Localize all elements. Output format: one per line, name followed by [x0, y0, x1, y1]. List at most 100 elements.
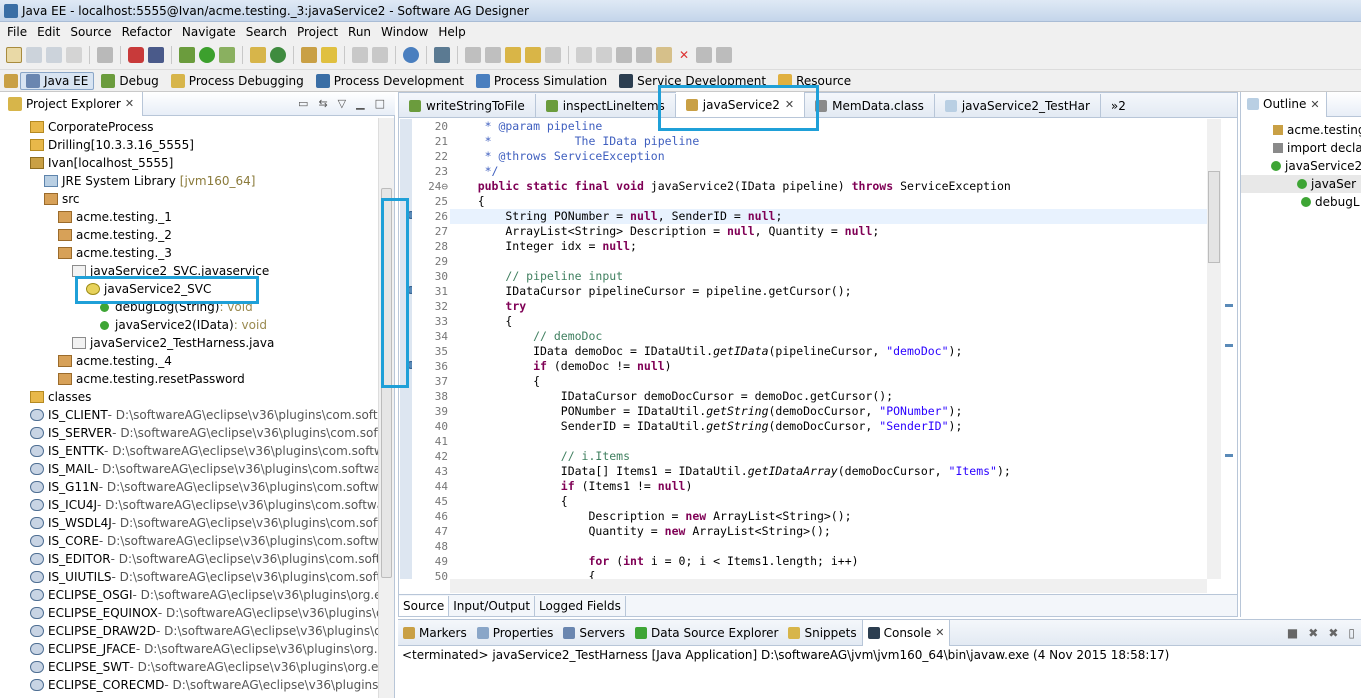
- code-line[interactable]: PONumber = IDataUtil.getString(demoDocCu…: [450, 404, 1207, 419]
- code-line[interactable]: * @throws ServiceException: [450, 149, 1207, 164]
- editor-scrollbar[interactable]: [1207, 119, 1221, 579]
- overview-marker[interactable]: [1225, 344, 1233, 347]
- perspective-process-debugging[interactable]: Process Debugging: [166, 72, 309, 90]
- tree-item[interactable]: javaService2_TestHarness.java: [0, 334, 378, 352]
- new-class-icon[interactable]: [270, 47, 286, 63]
- editor-tab-writestringtofile[interactable]: writeStringToFile: [399, 94, 536, 117]
- run-icon[interactable]: [199, 47, 215, 63]
- delete-icon[interactable]: ✕: [676, 47, 692, 63]
- tab-markers[interactable]: Markers: [398, 620, 472, 646]
- tab-snippets[interactable]: Snippets: [783, 620, 861, 646]
- code-line[interactable]: IDataCursor demoDocCursor = demoDoc.getC…: [450, 389, 1207, 404]
- editor-tab-javaservice2-testhar[interactable]: javaService2_TestHar: [935, 94, 1101, 117]
- tree-item[interactable]: IS_WSDL4J - D:\softwareAG\eclipse\v36\pl…: [0, 514, 378, 532]
- scrollbar-thumb[interactable]: [1208, 171, 1220, 263]
- remove-launch-icon[interactable]: ✖: [1308, 626, 1318, 640]
- minimize-icon[interactable]: ▁: [356, 97, 364, 110]
- code-line[interactable]: SenderID = IDataUtil.getString(demoDocCu…: [450, 419, 1207, 434]
- annotation-icon[interactable]: [352, 47, 368, 63]
- terminate-icon[interactable]: ■: [1287, 626, 1298, 640]
- move-down-icon[interactable]: [716, 47, 732, 63]
- run-external-icon[interactable]: [219, 47, 235, 63]
- close-icon[interactable]: ✕: [125, 97, 134, 110]
- code-line[interactable]: ArrayList<String> Description = null, Qu…: [450, 224, 1207, 239]
- tree-item[interactable]: IS_UIUTILS - D:\softwareAG\eclipse\v36\p…: [0, 568, 378, 586]
- code-line[interactable]: [450, 434, 1207, 449]
- tree-item[interactable]: acme.testing._4: [0, 352, 378, 370]
- close-icon[interactable]: ✕: [1310, 98, 1319, 111]
- menu-item-file[interactable]: File: [2, 25, 32, 39]
- code-line[interactable]: {: [450, 569, 1207, 579]
- globe-icon[interactable]: [403, 47, 419, 63]
- paste-icon[interactable]: [656, 47, 672, 63]
- tab-data-source-explorer[interactable]: Data Source Explorer: [630, 620, 783, 646]
- tab-logged-fields[interactable]: Logged Fields: [535, 595, 626, 616]
- save-all-icon[interactable]: [46, 47, 62, 63]
- code-line[interactable]: String PONumber = null, SenderID = null;: [450, 209, 1207, 224]
- tree-item[interactable]: ECLIPSE_EQUINOX - D:\softwareAG\eclipse\…: [0, 604, 378, 622]
- code-line[interactable]: Quantity = new ArrayList<String>();: [450, 524, 1207, 539]
- open-type-icon[interactable]: [301, 47, 317, 63]
- move-up-icon[interactable]: [696, 47, 712, 63]
- tree-item[interactable]: IS_EDITOR - D:\softwareAG\eclipse\v36\pl…: [0, 550, 378, 568]
- code-line[interactable]: Description = new ArrayList<String>();: [450, 509, 1207, 524]
- undo-icon[interactable]: [576, 47, 592, 63]
- forward-icon[interactable]: [545, 47, 561, 63]
- search-icon[interactable]: [321, 47, 337, 63]
- last-edit-icon[interactable]: [505, 47, 521, 63]
- perspective-process-simulation[interactable]: Process Simulation: [471, 72, 612, 90]
- open-perspective-icon[interactable]: [4, 73, 18, 88]
- tree-item[interactable]: Drilling[10.3.3.16_5555]: [0, 136, 378, 154]
- tree-item[interactable]: IS_SERVER - D:\softwareAG\eclipse\v36\pl…: [0, 424, 378, 442]
- code-line[interactable]: [450, 539, 1207, 554]
- code-line[interactable]: IData[] Items1 = IDataUtil.getIDataArray…: [450, 464, 1207, 479]
- outline-item[interactable]: acme.testing: [1241, 121, 1361, 139]
- tree-item[interactable]: acme.testing._3: [0, 244, 378, 262]
- perspective-debug[interactable]: Debug: [96, 72, 163, 90]
- code-line[interactable]: for (int i = 0; i < Items1.length; i++): [450, 554, 1207, 569]
- tab-properties[interactable]: Properties: [472, 620, 559, 646]
- tree-item[interactable]: ECLIPSE_OSGI - D:\softwareAG\eclipse\v36…: [0, 586, 378, 604]
- outline-item[interactable]: debugL: [1241, 193, 1361, 211]
- menu-item-refactor[interactable]: Refactor: [117, 25, 177, 39]
- tree-item[interactable]: IS_ENTTK - D:\softwareAG\eclipse\v36\plu…: [0, 442, 378, 460]
- new-package-icon[interactable]: [250, 47, 266, 63]
- tree-item[interactable]: JRE System Library [jvm160_64]: [0, 172, 378, 190]
- new-icon[interactable]: [6, 47, 22, 63]
- perspective-java-ee[interactable]: Java EE: [20, 71, 95, 90]
- tree-item[interactable]: IS_CORE - D:\softwareAG\eclipse\v36\plug…: [0, 532, 378, 550]
- overview-marker[interactable]: [1225, 304, 1233, 307]
- remove-all-icon[interactable]: ✖: [1328, 626, 1338, 640]
- tree-item[interactable]: ECLIPSE_SWT - D:\softwareAG\eclipse\v36\…: [0, 658, 378, 676]
- disconnect-icon[interactable]: [128, 47, 144, 63]
- menu-item-edit[interactable]: Edit: [32, 25, 65, 39]
- link-editor-icon[interactable]: ⇆: [318, 97, 327, 110]
- tree-item[interactable]: IS_ICU4J - D:\softwareAG\eclipse\v36\plu…: [0, 496, 378, 514]
- tab-overflow[interactable]: »2: [1101, 94, 1136, 117]
- tree-item[interactable]: ECLIPSE_DRAW2D - D:\softwareAG\eclipse\v…: [0, 622, 378, 640]
- code-line[interactable]: try: [450, 299, 1207, 314]
- menu-item-search[interactable]: Search: [241, 25, 292, 39]
- tab-source[interactable]: Source: [399, 595, 450, 616]
- code-line[interactable]: // i.Items: [450, 449, 1207, 464]
- wrench-icon[interactable]: [434, 47, 450, 63]
- debug-icon[interactable]: [179, 47, 195, 63]
- menu-item-window[interactable]: Window: [376, 25, 433, 39]
- tab-servers[interactable]: Servers: [558, 620, 630, 646]
- code-line[interactable]: // demoDoc: [450, 329, 1207, 344]
- tree-item[interactable]: acme.testing._2: [0, 226, 378, 244]
- copy-icon[interactable]: [636, 47, 652, 63]
- print-icon[interactable]: [66, 47, 82, 63]
- editor-tab-memdata-class[interactable]: MemData.class: [805, 94, 935, 117]
- cut-icon[interactable]: [616, 47, 632, 63]
- code-line[interactable]: * The IData pipeline: [450, 134, 1207, 149]
- menu-item-project[interactable]: Project: [292, 25, 343, 39]
- tree-item[interactable]: classes: [0, 388, 378, 406]
- close-icon[interactable]: ✕: [935, 626, 944, 639]
- pin-icon[interactable]: ▯: [1348, 626, 1355, 640]
- outline-item[interactable]: javaService2: [1241, 157, 1361, 175]
- tree-item[interactable]: IS_MAIL - D:\softwareAG\eclipse\v36\plug…: [0, 460, 378, 478]
- code-line[interactable]: if (demoDoc != null): [450, 359, 1207, 374]
- back-icon[interactable]: [525, 47, 541, 63]
- code-line[interactable]: IDataCursor pipelineCursor = pipeline.ge…: [450, 284, 1207, 299]
